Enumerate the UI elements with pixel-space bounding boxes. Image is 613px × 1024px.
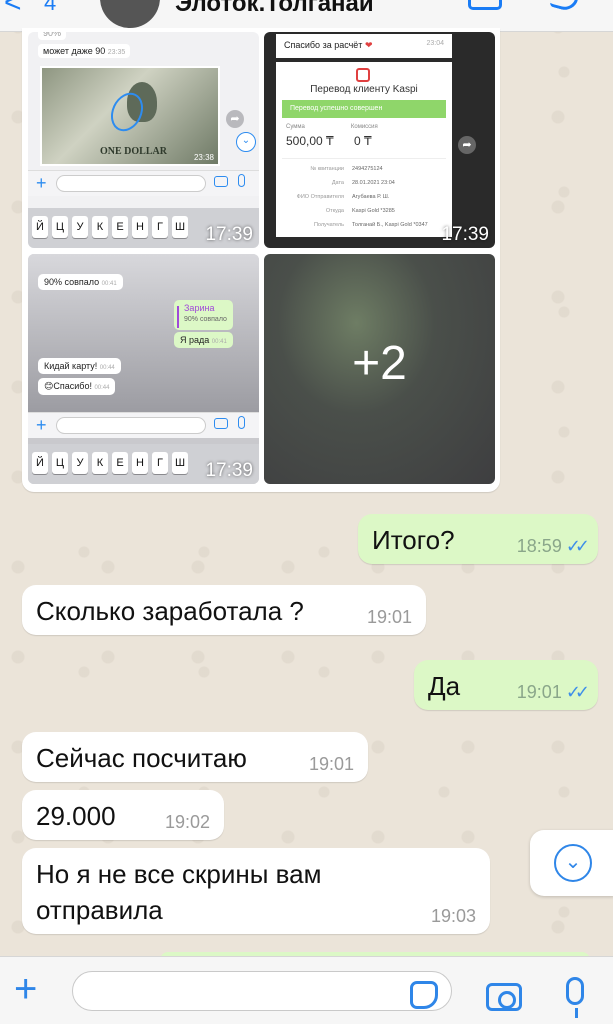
message-text-line-2: отправила	[36, 895, 163, 925]
microphone-icon[interactable]	[566, 977, 584, 1018]
dollar-caption: ONE DOLLAR	[100, 146, 167, 157]
video-call-icon[interactable]	[468, 0, 502, 10]
key: Н	[132, 216, 148, 238]
receipt-heading: Перевод клиенту Kaspi	[310, 84, 418, 95]
tile1-timestamp: 17:39	[205, 224, 253, 245]
attach-plus-icon[interactable]: +	[14, 969, 37, 1009]
back-chevron-icon[interactable]: <	[4, 0, 22, 20]
media-tile-1[interactable]: 90% может даже 90 23:35 ONE DOLLAR 23:38…	[28, 32, 259, 248]
success-banner: Перевод успешно совершен	[282, 100, 446, 118]
tile3-timestamp: 17:39	[205, 460, 253, 481]
message-meta: 19:01	[308, 754, 354, 774]
quote-bar	[177, 306, 179, 328]
message-meta: 19:01 ✓✓	[516, 682, 590, 702]
scroll-to-bottom-button[interactable]: ⌄	[530, 830, 613, 896]
forward-icon[interactable]: ➦	[458, 136, 476, 154]
key: Е	[112, 216, 128, 238]
forward-icon[interactable]: ➦	[226, 110, 244, 128]
receipt-row: Дата 28.01.2021 23:04	[331, 180, 395, 186]
media-tile-more[interactable]: +2	[264, 254, 495, 484]
receipt-row: ФИО Отправителя Агубаева Р. Ш.	[296, 194, 390, 200]
message-input-bar: +	[0, 956, 613, 1024]
tile3-msg-thanks: 😊Спасибо! 00:44	[38, 378, 116, 395]
key: Ц	[52, 452, 68, 474]
key: Г	[152, 216, 168, 238]
key: У	[72, 452, 88, 474]
kaspi-receipt: Перевод клиенту Kaspi Перевод успешно со…	[276, 62, 452, 237]
tile3-msg-card: Кидай карту! 00:44	[38, 358, 121, 374]
tile2-timestamp: 17:39	[441, 224, 489, 245]
message-meta: 19:02	[164, 812, 210, 832]
divider	[282, 158, 446, 159]
key: Й	[32, 452, 48, 474]
key: Г	[152, 452, 168, 474]
camera-icon	[214, 176, 228, 187]
key: Е	[112, 452, 128, 474]
thanks-message: Спасибо за расчёт ❤ 23:04	[276, 34, 452, 58]
key: Й	[32, 216, 48, 238]
message-text: 29.000	[36, 801, 116, 831]
tile3-input-bar: +	[28, 412, 259, 438]
message-text-line-1: Но я не все скрины вам	[36, 859, 322, 889]
contact-name[interactable]: Элоток.Толганай	[175, 0, 374, 18]
dollar-photo: ONE DOLLAR 23:38	[40, 66, 220, 166]
tile1-msg-might: может даже 90 23:35	[38, 44, 131, 58]
message-text: Итого?	[372, 525, 455, 555]
media-tile-2[interactable]: Спасибо за расчёт ❤ 23:04 Перевод клиент…	[264, 32, 495, 248]
receipt-row: Откуда Kaspi Gold *3285	[325, 208, 395, 214]
message-incoming[interactable]: Но я не все скрины вам отправила 19:03	[22, 848, 490, 934]
media-tile-3[interactable]: 90% совпало 00:41 Зарина 90% совпало Я ра…	[28, 254, 259, 484]
chevron-down-icon: ⌄	[554, 844, 592, 882]
message-incoming[interactable]: 29.000 19:02	[22, 790, 224, 840]
tile1-msg-top: 90%	[38, 32, 67, 40]
plus-icon: +	[36, 415, 47, 435]
message-text: Сколько заработала ?	[36, 596, 304, 626]
receipt-amount: 500,00 ₸	[286, 134, 334, 148]
tile1-input-bar: +	[28, 170, 259, 196]
read-receipt-icon: ✓✓	[565, 682, 590, 702]
receipt-row: Получатель Толганай Б., Kaspi Gold *0347	[313, 222, 428, 228]
key: Ш	[172, 216, 188, 238]
kaspi-logo-icon	[356, 68, 370, 82]
key: Ш	[172, 452, 188, 474]
unread-count[interactable]: 4	[44, 0, 56, 16]
message-outgoing[interactable]: Да 19:01 ✓✓	[414, 660, 598, 710]
more-media-count: +2	[352, 337, 407, 390]
message-incoming[interactable]: Сколько заработала ? 19:01	[22, 585, 426, 635]
photo-timestamp: 23:38	[193, 153, 214, 162]
tile3-text-field	[56, 417, 206, 434]
camera-icon[interactable]	[486, 983, 522, 1011]
mic-icon	[238, 416, 245, 429]
sticker-icon[interactable]	[410, 981, 438, 1009]
message-incoming[interactable]: Сейчас посчитаю 19:01	[22, 732, 368, 782]
key: Н	[132, 452, 148, 474]
receipt-row: № квитанции 2494275124	[310, 166, 383, 172]
message-outgoing[interactable]: Итого? 18:59 ✓✓	[358, 514, 598, 564]
key: К	[92, 216, 108, 238]
camera-icon	[214, 418, 228, 429]
mic-icon	[238, 174, 245, 187]
message-meta: 19:03	[430, 906, 476, 926]
tile3-msg-match: 90% совпало 00:41	[38, 274, 123, 290]
plus-icon: +	[36, 173, 47, 193]
scroll-down-small-icon: ⌄	[236, 132, 256, 152]
key: К	[92, 452, 108, 474]
tile3-msg-glad: Я рада 00:41	[174, 332, 233, 348]
message-input[interactable]	[72, 971, 452, 1011]
message-meta: 19:01	[366, 607, 412, 627]
key: Ц	[52, 216, 68, 238]
message-text: Да	[428, 671, 461, 701]
read-receipt-icon: ✓✓	[565, 536, 590, 556]
receipt-labels: Сумма Комиссия	[286, 124, 378, 130]
voice-call-icon[interactable]	[549, 0, 581, 13]
tile1-text-field	[56, 175, 206, 192]
contact-avatar[interactable]	[100, 0, 160, 28]
tile3-quote: Зарина 90% совпало	[174, 300, 233, 330]
key: У	[72, 216, 88, 238]
message-meta: 18:59 ✓✓	[516, 536, 590, 556]
message-text: Сейчас посчитаю	[36, 743, 247, 773]
media-album-bubble: 90% может даже 90 23:35 ONE DOLLAR 23:38…	[22, 28, 500, 492]
receipt-commission: 0 ₸	[354, 134, 372, 148]
tile3-chat-screenshot: 90% совпало 00:41 Зарина 90% совпало Я ра…	[28, 254, 259, 412]
